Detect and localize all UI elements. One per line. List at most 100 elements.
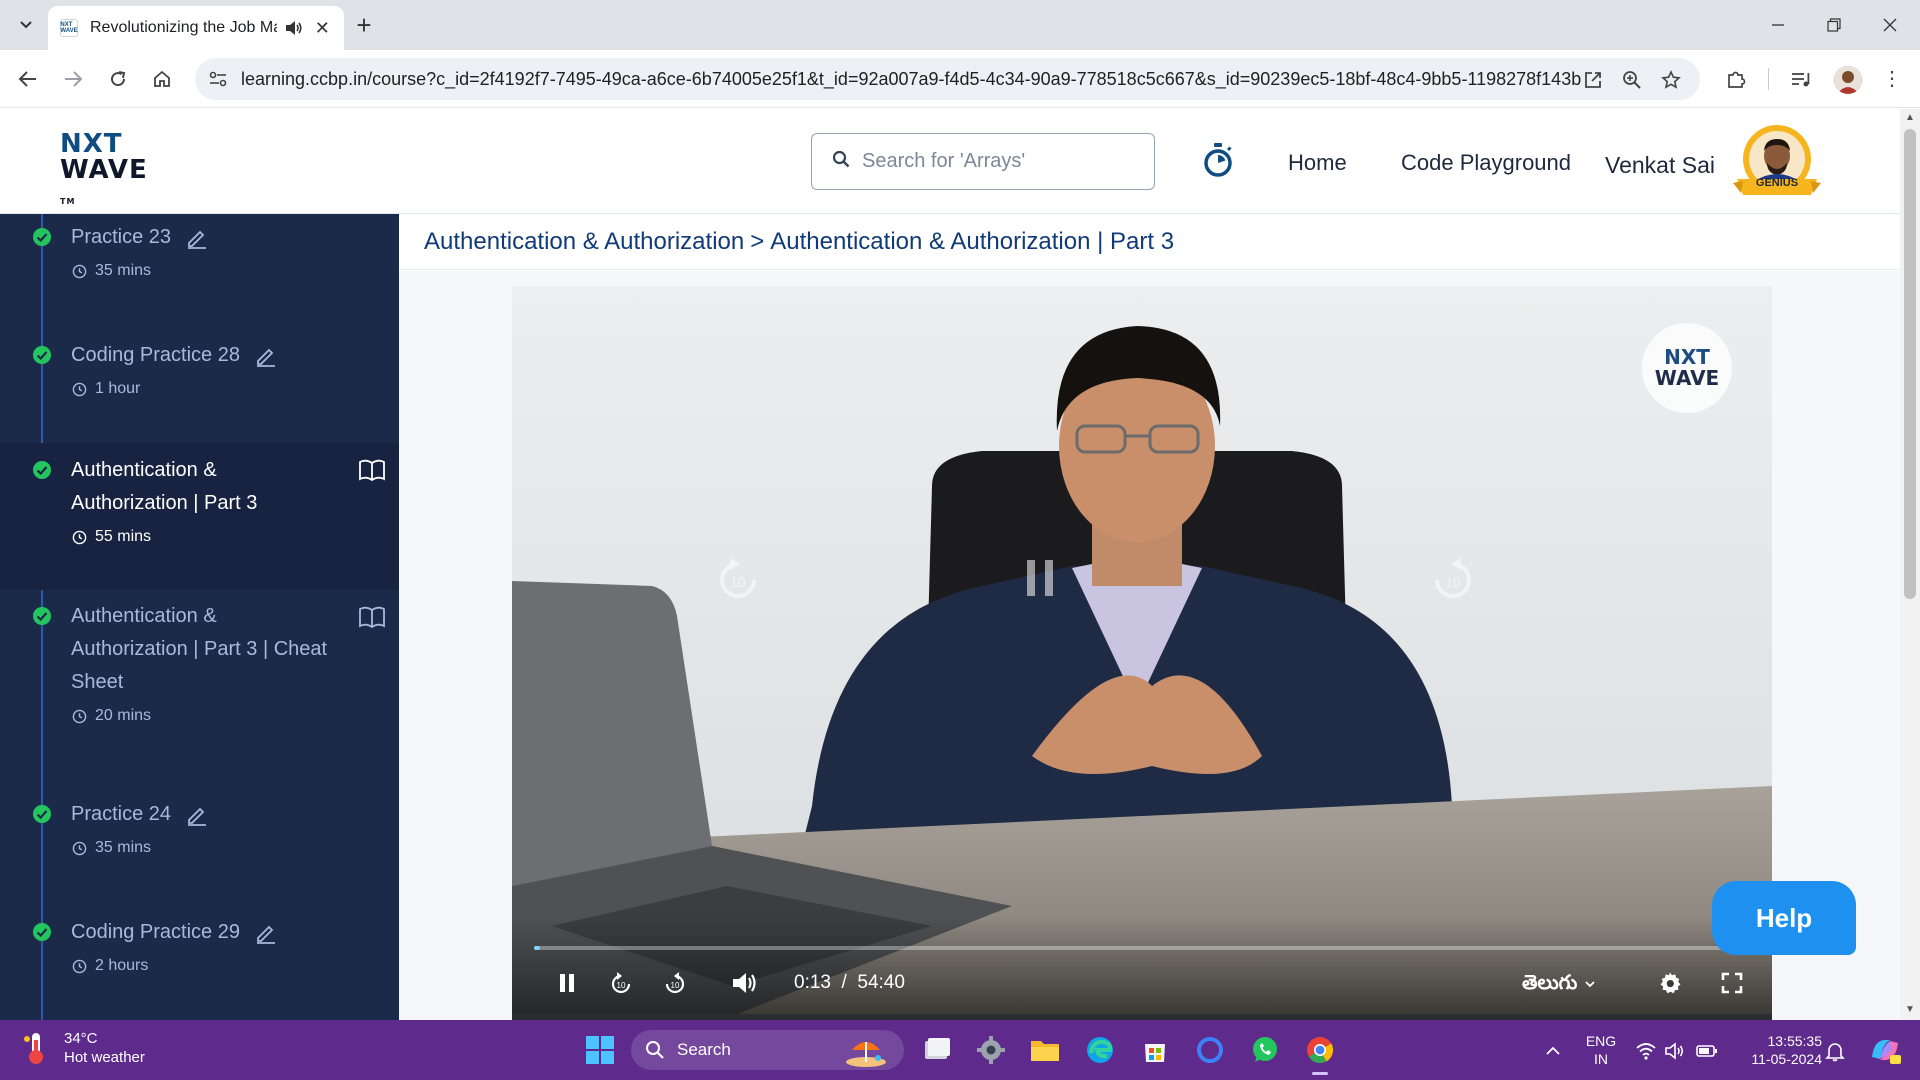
search-input[interactable]: [862, 150, 1142, 173]
user-avatar-genius-badge[interactable]: GENIUS: [1731, 123, 1823, 207]
tab-title: Revolutionizing the Job Ma: [90, 19, 278, 36]
scrollbar-thumb[interactable]: [1904, 129, 1916, 599]
windows-start-icon[interactable]: [585, 1035, 615, 1065]
taskbar-file-preview-app-icon[interactable]: [920, 1033, 954, 1067]
forward-10-button[interactable]: 10: [660, 968, 690, 998]
scroll-up-arrow-icon[interactable]: ▲: [1904, 112, 1916, 124]
stopwatch-icon[interactable]: [1201, 141, 1235, 179]
sidebar-item-practice-23[interactable]: Practice 23 35 mins: [0, 214, 399, 328]
forward-arrow-icon[interactable]: [58, 64, 88, 94]
home-icon[interactable]: [147, 64, 177, 94]
sidebar-item-title: Practice 24: [71, 798, 209, 831]
overlay-forward-10-icon[interactable]: 10: [1425, 550, 1481, 606]
copilot-icon[interactable]: [1868, 1035, 1902, 1065]
extensions-puzzle-icon[interactable]: [1723, 66, 1749, 92]
nav-code-playground-link[interactable]: Code Playground: [1401, 150, 1571, 176]
taskbar-settings-gear-icon[interactable]: [974, 1033, 1008, 1067]
volume-button[interactable]: [730, 968, 760, 998]
browser-tab-active[interactable]: NXT WAVE Revolutionizing the Job Ma ✕: [48, 6, 344, 50]
input-language-indicator[interactable]: ENG IN: [1583, 1032, 1619, 1068]
tab-close-icon[interactable]: ✕: [313, 18, 332, 39]
browser-menu-icon[interactable]: ⋮: [1882, 66, 1902, 92]
fullscreen-button[interactable]: [1717, 968, 1747, 998]
sidebar-item-coding-practice-29[interactable]: Coding Practice 29 2 hours: [0, 899, 399, 1020]
back-arrow-icon[interactable]: [13, 64, 43, 94]
help-button[interactable]: Help: [1712, 881, 1856, 955]
taskbar-cortana-icon[interactable]: [1193, 1033, 1227, 1067]
scroll-down-arrow-icon[interactable]: ▼: [1904, 1004, 1916, 1016]
wifi-icon[interactable]: [1635, 1040, 1657, 1062]
total-duration: 54:40: [857, 972, 905, 993]
audio-language-select[interactable]: తెలుగు: [1522, 970, 1596, 999]
site-settings-icon[interactable]: [207, 68, 229, 90]
notifications-bell-icon[interactable]: [1824, 1040, 1846, 1062]
overlay-pause-icon[interactable]: [1012, 550, 1068, 606]
taskbar-chrome-icon[interactable]: [1303, 1033, 1337, 1075]
sidebar-item-practice-24[interactable]: Practice 24 35 mins: [0, 781, 399, 899]
video-player[interactable]: NXT WAVE 10 10 10 10 0:13 / 54:40 తెలుగు: [512, 286, 1772, 1020]
sidebar-item-title-line: Authorization | Part 3: [71, 492, 258, 514]
main-content: Authentication & Authorization > Authentic…: [399, 214, 1900, 1020]
video-progress-bar[interactable]: [534, 946, 1750, 950]
taskbar-file-explorer-icon[interactable]: [1028, 1033, 1062, 1067]
edit-pencil-icon: [188, 807, 207, 826]
volume-speaker-icon[interactable]: [1664, 1040, 1686, 1062]
reading-book-icon: [359, 606, 385, 628]
rewind-10-button[interactable]: 10: [606, 968, 636, 998]
battery-icon[interactable]: [1696, 1040, 1718, 1062]
nxtwave-logo[interactable]: NXT WAVE TM: [60, 131, 170, 206]
weather-widget[interactable]: 34°C Hot weather: [22, 1030, 145, 1066]
window-minimize-button[interactable]: [1758, 10, 1798, 40]
logo-line2-text: WAVE: [60, 155, 148, 185]
sidebar-item-coding-practice-28[interactable]: Coding Practice 28 1 hour: [0, 328, 399, 443]
taskbar-edge-browser-icon[interactable]: [1083, 1033, 1117, 1067]
taskbar-search-box[interactable]: Search: [631, 1030, 904, 1070]
watermark-line2: WAVE: [1654, 366, 1720, 390]
completed-check-icon: [33, 461, 51, 479]
page-scrollbar[interactable]: ▲ ▼: [1900, 109, 1920, 1020]
duration-text: 55 mins: [95, 528, 152, 545]
clock-date-display[interactable]: 13:55:35 11-05-2024: [1730, 1032, 1822, 1068]
zoom-icon[interactable]: [1620, 68, 1644, 92]
address-bar[interactable]: learning.ccbp.in/course?c_id=2f4192f7-74…: [195, 58, 1700, 100]
completed-check-icon: [33, 607, 51, 625]
breadcrumb-parent-link[interactable]: Authentication & Authorization: [424, 228, 744, 255]
open-in-app-icon[interactable]: [1581, 68, 1605, 92]
sidebar-item-auth-part-3[interactable]: Authentication & Authorization | Part 3 …: [0, 443, 399, 590]
sidebar-item-title-line: Authentication &: [71, 605, 217, 627]
nav-home-link[interactable]: Home: [1288, 150, 1347, 176]
nxtwave-favicon-icon: NXT WAVE: [60, 19, 78, 37]
rewind-seconds-label: 10: [730, 574, 746, 590]
window-restore-button[interactable]: [1814, 10, 1854, 40]
show-hidden-icons-chevron-up-icon[interactable]: [1542, 1040, 1564, 1062]
overlay-rewind-10-icon[interactable]: 10: [710, 550, 766, 606]
sidebar-item-title-line: Authentication &: [71, 459, 217, 481]
media-controls-icon[interactable]: [1788, 66, 1814, 92]
bookmark-star-icon[interactable]: [1659, 68, 1683, 92]
browser-profile-avatar[interactable]: [1834, 66, 1862, 94]
course-search-box[interactable]: [811, 133, 1155, 190]
forward-seconds-label: 10: [1445, 574, 1461, 590]
sidebar-item-title-line: Coding Practice 29: [71, 921, 240, 943]
chevron-down-icon: [1585, 981, 1595, 988]
pause-button[interactable]: [552, 968, 582, 998]
browser-toolbar: learning.ccbp.in/course?c_id=2f4192f7-74…: [0, 50, 1920, 108]
window-close-button[interactable]: [1870, 10, 1910, 40]
settings-gear-button[interactable]: [1655, 968, 1685, 998]
watermark-line1: NXT: [1664, 345, 1710, 369]
reload-icon[interactable]: [103, 64, 133, 94]
sidebar-item-title: Coding Practice 29: [71, 916, 278, 949]
current-time: 0:13: [794, 972, 831, 993]
taskbar-whatsapp-icon[interactable]: [1248, 1033, 1282, 1067]
duration-text: 35 mins: [95, 262, 152, 279]
tab-audio-playing-icon[interactable]: [283, 17, 304, 39]
clock-time: 13:55:35: [1767, 1033, 1823, 1049]
sidebar-item-title-line: Coding Practice 28: [71, 344, 240, 366]
taskbar-microsoft-store-icon[interactable]: [1138, 1033, 1172, 1067]
sidebar-item-title-line: Authorization | Part 3 | Cheat: [71, 638, 328, 660]
user-name[interactable]: Venkat Sai: [1605, 152, 1715, 179]
tab-search-chevron-icon[interactable]: [14, 13, 38, 37]
time-separator: /: [841, 972, 847, 993]
new-tab-button[interactable]: +: [348, 10, 380, 42]
sidebar-item-auth-part-3-cheat-sheet[interactable]: Authentication & Authorization | Part 3 …: [0, 590, 399, 781]
